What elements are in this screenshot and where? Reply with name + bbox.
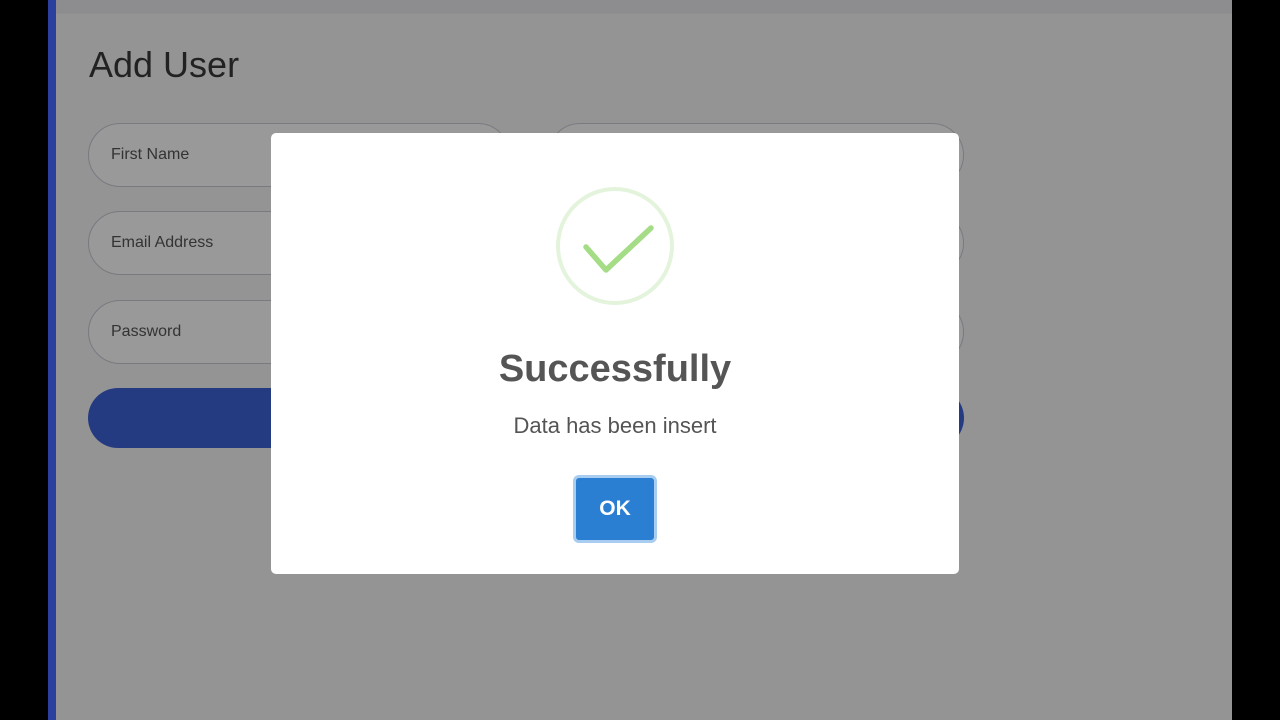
success-checkmark-icon [556,187,674,305]
sidebar-accent-bar [48,0,56,720]
checkmark-icon [583,225,654,273]
ok-button[interactable]: OK [573,475,657,543]
right-frame [1232,0,1280,720]
left-frame [0,0,48,720]
dialog-title: Successfully [498,348,732,390]
dialog-message: Data has been insert [513,413,717,438]
success-dialog: Successfully Data has been insert OK [271,133,959,574]
